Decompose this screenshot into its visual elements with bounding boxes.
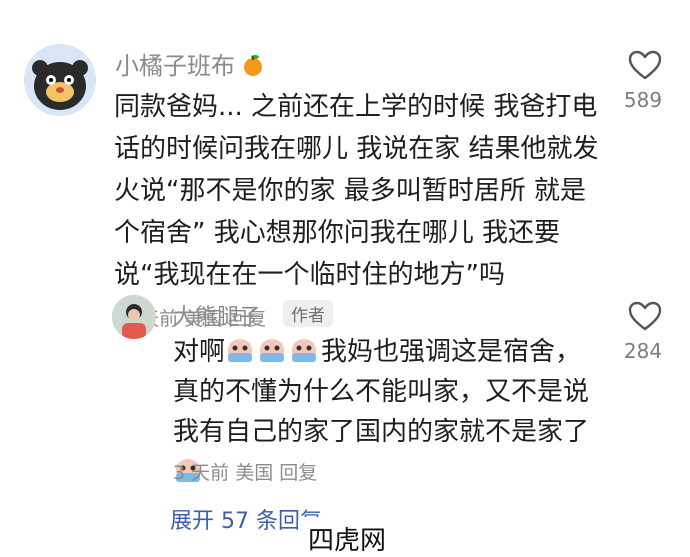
reply-time: 3 天前 — [173, 462, 230, 484]
reply-avatar[interactable] — [112, 295, 156, 339]
crying-emoji-icon — [228, 339, 253, 362]
avatar[interactable] — [24, 44, 96, 116]
comment-like-count: 589 — [623, 88, 663, 112]
watermark: 四虎网 — [308, 526, 387, 556]
comment-username[interactable]: 小橘子班布 — [115, 46, 265, 81]
crying-emoji-icon — [292, 339, 317, 362]
reply-location: 美国 — [235, 462, 274, 484]
reply-username[interactable]: 大熊腿子 — [173, 299, 261, 331]
reply-meta: 3 天前 美国 回复 — [173, 458, 317, 485]
heart-outline-icon[interactable] — [628, 50, 662, 80]
bear-avatar-icon — [24, 44, 96, 116]
orange-fruit-icon — [244, 55, 262, 76]
heart-outline-icon[interactable] — [628, 301, 662, 331]
author-tag: 作者 — [283, 300, 333, 327]
crying-emoji-icon — [260, 339, 285, 362]
person-avatar-icon — [112, 295, 156, 339]
reply-reply-button[interactable]: 回复 — [279, 462, 317, 484]
reply-like-count: 284 — [623, 339, 663, 363]
